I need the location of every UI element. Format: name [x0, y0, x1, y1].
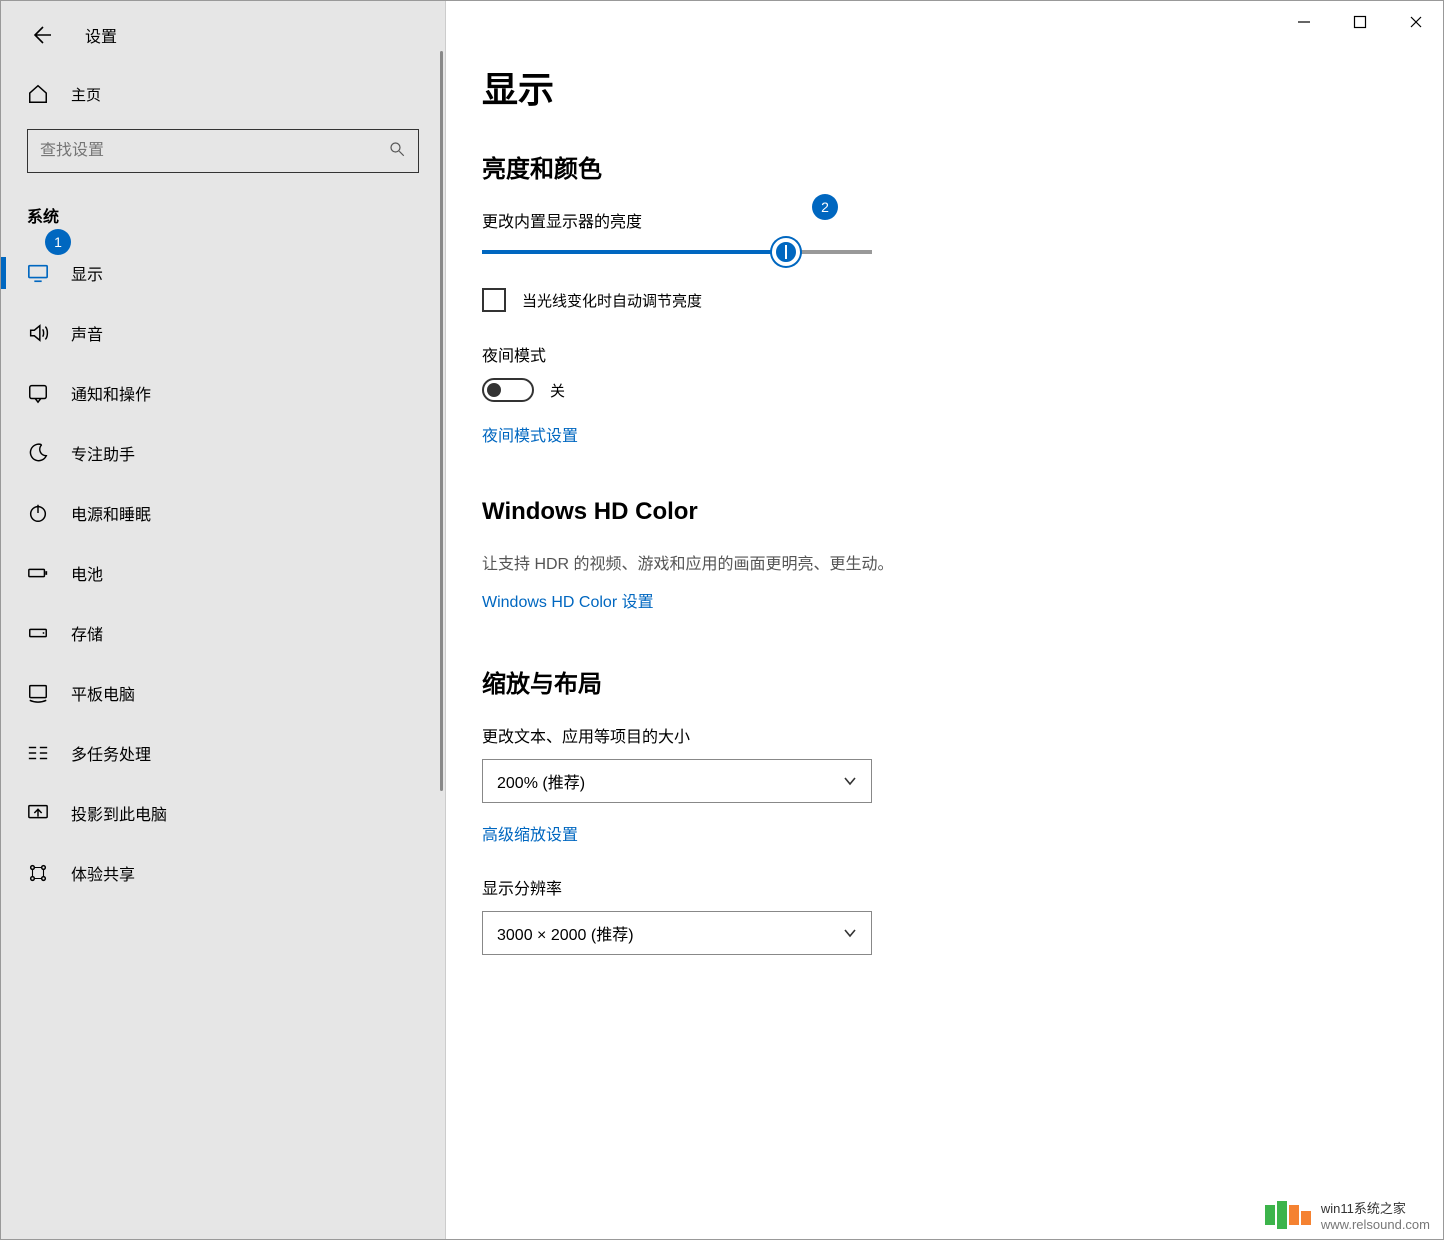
sidebar-item-project[interactable]: 投影到此电脑: [1, 783, 445, 843]
auto-brightness-checkbox[interactable]: [482, 288, 506, 312]
sidebar-item-label: 声音: [71, 321, 103, 345]
scale-dropdown[interactable]: 200% (推荐): [482, 759, 872, 803]
brightness-heading: 亮度和颜色: [482, 149, 1443, 184]
maximize-button[interactable]: [1332, 0, 1388, 44]
app-title: 设置: [85, 23, 117, 47]
sidebar-item-label: 电池: [71, 561, 103, 585]
sidebar-item-sound[interactable]: 声音: [1, 303, 445, 363]
monitor-icon: [27, 262, 49, 284]
sidebar-item-label: 电源和睡眠: [71, 501, 151, 525]
sidebar-item-display[interactable]: 1 显示: [1, 243, 445, 303]
brightness-slider-fill: [482, 250, 786, 254]
watermark-text2: www.relsound.com: [1321, 1217, 1430, 1232]
scale-dropdown-value: 200% (推荐): [497, 769, 585, 793]
moon-icon: [27, 442, 49, 464]
sidebar: 设置 主页 系统 1 显示 声音: [1, 1, 446, 1239]
battery-icon: [27, 562, 49, 584]
scale-heading: 缩放与布局: [482, 664, 1443, 699]
sidebar-item-notifications[interactable]: 通知和操作: [1, 363, 445, 423]
chevron-down-icon: [843, 774, 857, 788]
sidebar-item-label: 多任务处理: [71, 741, 151, 765]
night-mode-label: 夜间模式: [482, 342, 1443, 366]
chevron-down-icon: [843, 926, 857, 940]
brightness-slider-thumb[interactable]: [772, 238, 800, 266]
watermark-logo: [1265, 1201, 1311, 1229]
notification-icon: [27, 382, 49, 404]
sidebar-item-label: 投影到此电脑: [71, 801, 167, 825]
sidebar-item-tablet[interactable]: 平板电脑: [1, 663, 445, 723]
resolution-dropdown-value: 3000 × 2000 (推荐): [497, 921, 634, 945]
advanced-scale-link[interactable]: 高级缩放设置: [482, 821, 578, 845]
sidebar-item-multitask[interactable]: 多任务处理: [1, 723, 445, 783]
search-box[interactable]: [27, 129, 419, 173]
sidebar-item-share[interactable]: 体验共享: [1, 843, 445, 903]
sidebar-item-label: 体验共享: [71, 861, 135, 885]
search-icon: [388, 140, 406, 162]
project-icon: [27, 802, 49, 824]
hdr-heading: Windows HD Color: [482, 498, 1443, 526]
brightness-slider[interactable]: [482, 250, 872, 254]
sidebar-item-label: 存储: [71, 621, 103, 645]
sidebar-item-storage[interactable]: 存储: [1, 603, 445, 663]
hdr-settings-link[interactable]: Windows HD Color 设置: [482, 588, 654, 612]
sidebar-item-focus[interactable]: 专注助手: [1, 423, 445, 483]
nav-home[interactable]: 主页: [1, 69, 445, 119]
sidebar-item-label: 显示: [71, 261, 103, 285]
sidebar-item-power[interactable]: 电源和睡眠: [1, 483, 445, 543]
sidebar-item-battery[interactable]: 电池: [1, 543, 445, 603]
sidebar-item-label: 专注助手: [71, 441, 135, 465]
hdr-description: 让支持 HDR 的视频、游戏和应用的画面更明亮、更生动。: [482, 550, 1443, 574]
multitask-icon: [27, 742, 49, 764]
tablet-icon: [27, 682, 49, 704]
back-button[interactable]: [25, 19, 57, 51]
search-input[interactable]: [40, 142, 388, 160]
night-mode-toggle[interactable]: [482, 378, 534, 402]
toggle-knob: [487, 383, 501, 397]
share-icon: [27, 862, 49, 884]
scale-label: 更改文本、应用等项目的大小: [482, 723, 1443, 747]
watermark: win11系统之家 www.relsound.com: [1265, 1198, 1430, 1232]
power-icon: [27, 502, 49, 524]
annotation-badge-1: 1: [45, 229, 71, 255]
close-button[interactable]: [1388, 0, 1444, 44]
annotation-badge-2: 2: [812, 194, 838, 220]
resolution-dropdown[interactable]: 3000 × 2000 (推荐): [482, 911, 872, 955]
resolution-label: 显示分辨率: [482, 875, 1443, 899]
night-mode-settings-link[interactable]: 夜间模式设置: [482, 422, 578, 446]
sidebar-item-label: 通知和操作: [71, 381, 151, 405]
storage-icon: [27, 622, 49, 644]
minimize-button[interactable]: [1276, 0, 1332, 44]
page-title: 显示: [482, 61, 1443, 113]
night-mode-state: 关: [550, 380, 565, 401]
auto-brightness-label: 当光线变化时自动调节亮度: [522, 290, 702, 311]
nav-home-label: 主页: [71, 84, 101, 105]
home-icon: [27, 83, 49, 105]
sound-icon: [27, 322, 49, 344]
main-content: 显示 亮度和颜色 更改内置显示器的亮度 2 当光线变化时自动调节亮度 夜间模式 …: [446, 1, 1443, 1239]
sidebar-item-label: 平板电脑: [71, 681, 135, 705]
watermark-text1: win11系统之家: [1321, 1198, 1430, 1217]
